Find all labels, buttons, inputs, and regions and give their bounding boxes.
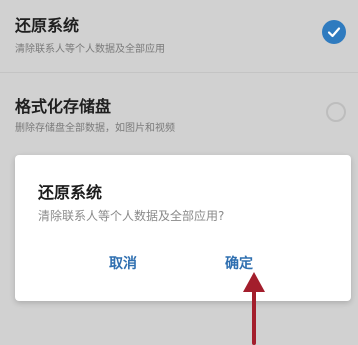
confirm-dialog: 还原系统 清除联系人等个人数据及全部应用? 取消 确定 [15, 155, 351, 301]
settings-item-title: 格式化存储盘 [15, 97, 112, 116]
checkmark-icon[interactable] [322, 20, 346, 44]
settings-item-subtitle: 清除联系人等个人数据及全部应用 [15, 44, 165, 55]
dialog-message: 清除联系人等个人数据及全部应用? [38, 209, 225, 223]
settings-item-restore-system[interactable]: 还原系统 清除联系人等个人数据及全部应用 [0, 0, 358, 72]
dialog-title: 还原系统 [38, 183, 103, 202]
radio-button[interactable] [326, 102, 346, 122]
confirm-button[interactable]: 确定 [225, 250, 253, 276]
cancel-button[interactable]: 取消 [109, 250, 137, 276]
settings-item-format-storage[interactable]: 格式化存储盘 删除存储盘全部数据，如图片和视频 [0, 73, 358, 148]
settings-item-title: 还原系统 [15, 16, 80, 35]
settings-item-subtitle: 删除存储盘全部数据，如图片和视频 [15, 123, 175, 134]
